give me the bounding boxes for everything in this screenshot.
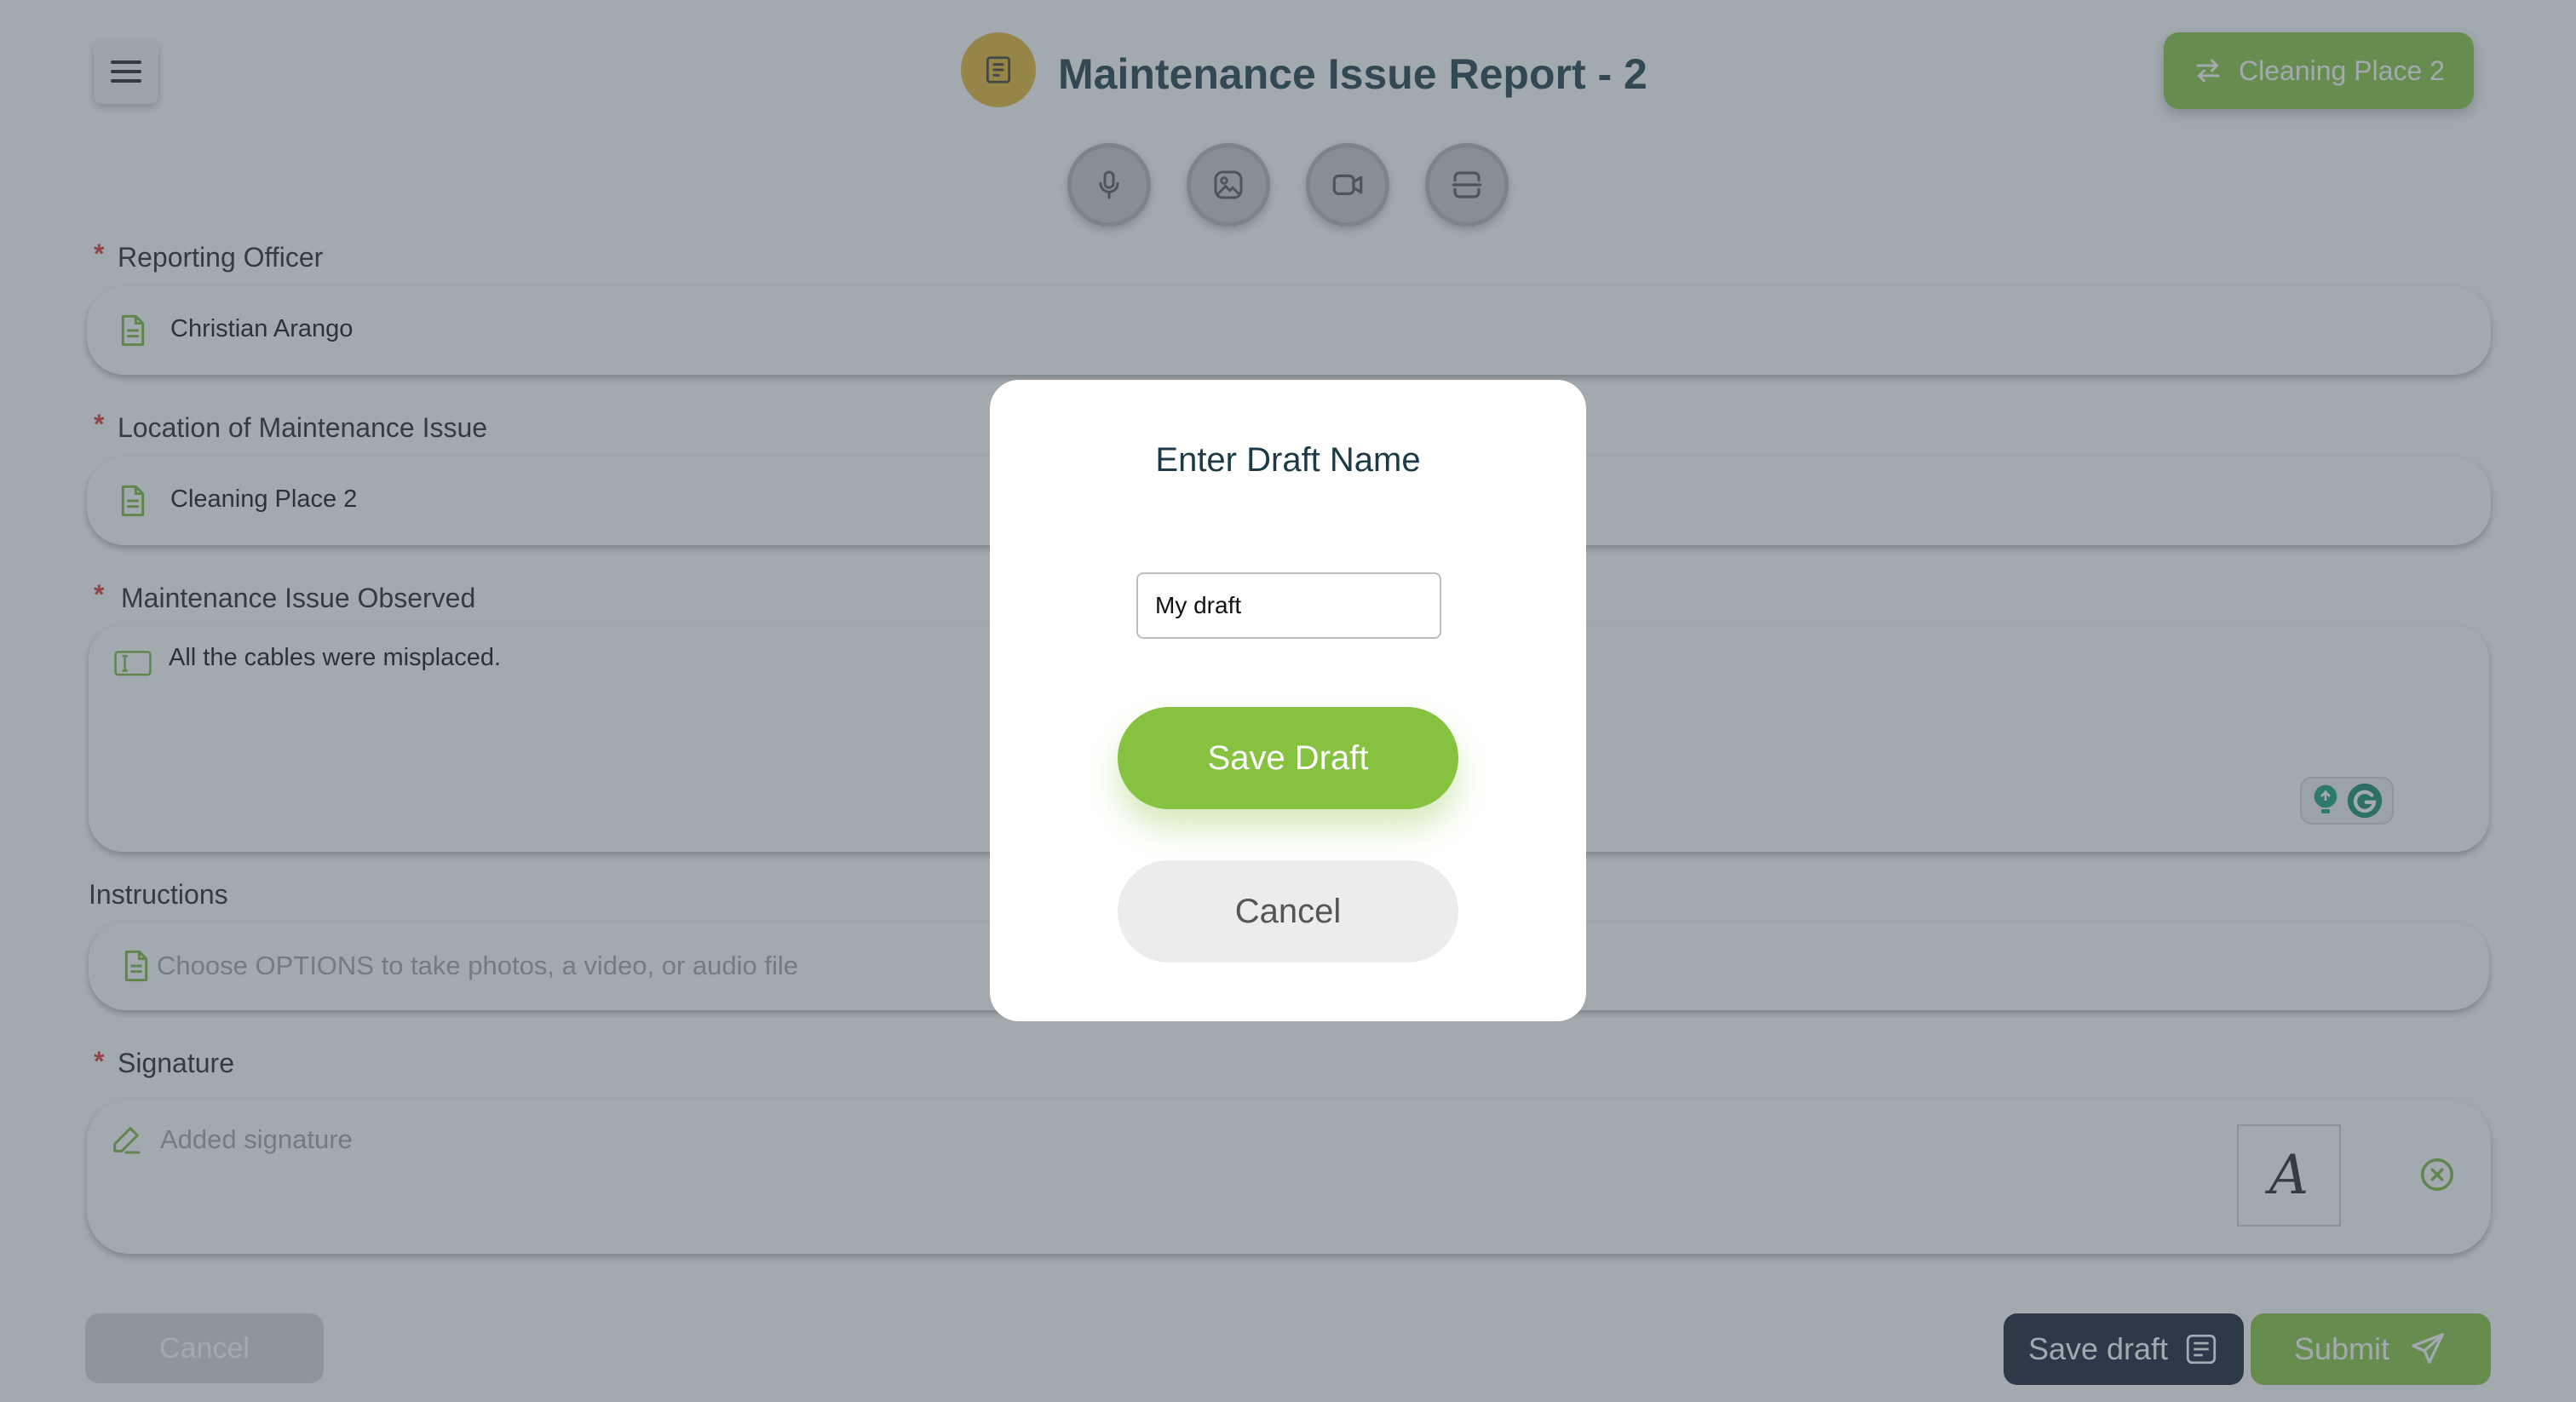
- draft-name-dialog: Enter Draft Name Save Draft Cancel: [990, 380, 1586, 1021]
- dialog-title: Enter Draft Name: [1155, 441, 1421, 479]
- cancel-dialog-button[interactable]: Cancel: [1118, 860, 1458, 962]
- page: Maintenance Issue Report - 2 Cleaning Pl…: [0, 0, 2576, 1402]
- save-draft-dialog-button[interactable]: Save Draft: [1118, 707, 1458, 809]
- draft-name-input[interactable]: [1136, 572, 1441, 639]
